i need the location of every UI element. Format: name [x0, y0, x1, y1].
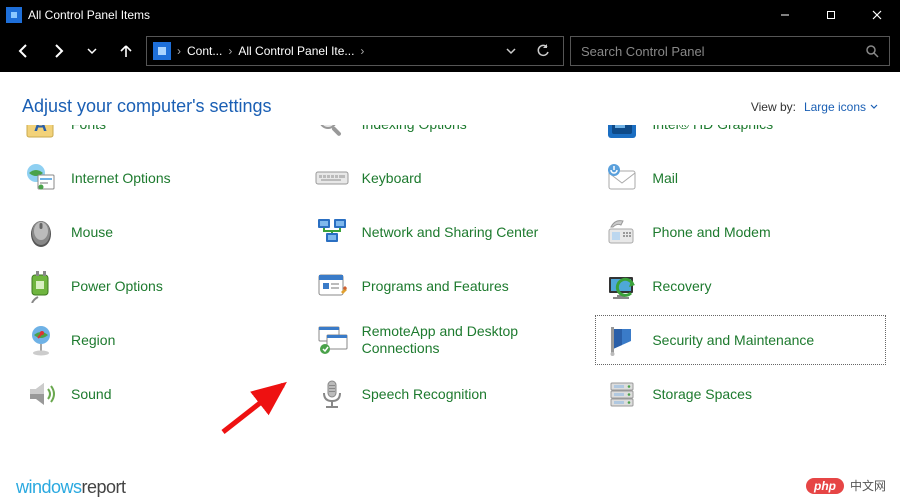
breadcrumb-current[interactable]: All Control Panel Ite...	[238, 44, 354, 58]
chevron-down-icon	[870, 103, 878, 111]
forward-button[interactable]	[44, 37, 72, 65]
refresh-button[interactable]	[529, 37, 557, 65]
speech-recognition-icon	[314, 376, 350, 412]
mail-icon	[604, 160, 640, 196]
close-button[interactable]	[854, 0, 900, 30]
control-panel-grid: A Fonts Indexing Options Intel® HD Graph…	[14, 125, 886, 419]
cp-item-label: Programs and Features	[362, 278, 509, 295]
cp-item-label: Intel® HD Graphics	[652, 125, 773, 132]
cp-item-label: Keyboard	[362, 170, 422, 187]
cp-item-label: Indexing Options	[362, 125, 467, 132]
sound-icon	[23, 376, 59, 412]
region-icon	[23, 322, 59, 358]
cp-item-mail[interactable]: Mail	[595, 153, 886, 203]
cp-item-label: Storage Spaces	[652, 386, 752, 403]
page-title: Adjust your computer's settings	[22, 96, 751, 117]
cp-item-power-options[interactable]: Power Options	[14, 261, 305, 311]
cp-item-intel-hd-graphics[interactable]: Intel® HD Graphics	[595, 125, 886, 149]
network-sharing-icon	[314, 214, 350, 250]
page-header: Adjust your computer's settings View by:…	[0, 72, 900, 125]
maximize-button[interactable]	[808, 0, 854, 30]
cp-item-internet-options[interactable]: Internet Options	[14, 153, 305, 203]
svg-text:A: A	[34, 125, 47, 135]
window-title: All Control Panel Items	[28, 8, 150, 22]
watermark-windowsreport: windowsreport	[16, 477, 126, 498]
cp-item-label: Mail	[652, 170, 678, 187]
search-input[interactable]: Search Control Panel	[570, 36, 890, 66]
view-by-value: Large icons	[804, 100, 866, 114]
cp-item-programs-features[interactable]: Programs and Features	[305, 261, 596, 311]
breadcrumb-sep-icon: ›	[358, 44, 366, 58]
up-button[interactable]	[112, 37, 140, 65]
cp-item-label: Security and Maintenance	[652, 332, 814, 349]
watermark-phpcn: php 中文网	[806, 477, 886, 494]
minimize-button[interactable]	[762, 0, 808, 30]
cp-item-network-sharing[interactable]: Network and Sharing Center	[305, 207, 596, 257]
cp-item-remoteapp[interactable]: RemoteApp and Desktop Connections	[305, 315, 596, 365]
breadcrumb-root[interactable]: Cont...	[187, 44, 222, 58]
cp-item-region[interactable]: Region	[14, 315, 305, 365]
cp-item-storage-spaces[interactable]: Storage Spaces	[595, 369, 886, 419]
programs-features-icon	[314, 268, 350, 304]
view-by-dropdown[interactable]: Large icons	[804, 100, 878, 114]
cp-item-label: Phone and Modem	[652, 224, 770, 241]
cp-item-sound[interactable]: Sound	[14, 369, 305, 419]
address-bar[interactable]: › Cont... › All Control Panel Ite... ›	[146, 36, 564, 66]
cp-item-label: Internet Options	[71, 170, 171, 187]
cp-item-indexing-options[interactable]: Indexing Options	[305, 125, 596, 149]
cp-item-label: Sound	[71, 386, 111, 403]
php-badge: php	[806, 478, 844, 494]
intel-hd-icon	[604, 125, 640, 142]
indexing-icon	[314, 125, 350, 142]
address-history-button[interactable]	[497, 37, 525, 65]
cp-item-label: Region	[71, 332, 115, 349]
cp-item-recovery[interactable]: Recovery	[595, 261, 886, 311]
cp-item-label: RemoteApp and Desktop Connections	[362, 323, 587, 357]
cp-item-label: Fonts	[71, 125, 106, 132]
control-panel-icon	[6, 7, 22, 23]
remoteapp-icon	[314, 322, 350, 358]
storage-spaces-icon	[604, 376, 640, 412]
cp-item-fonts[interactable]: A Fonts	[14, 125, 305, 149]
cp-item-label: Speech Recognition	[362, 386, 487, 403]
cp-item-keyboard[interactable]: Keyboard	[305, 153, 596, 203]
breadcrumb-sep-icon: ›	[226, 44, 234, 58]
keyboard-icon	[314, 160, 350, 196]
content-area: A Fonts Indexing Options Intel® HD Graph…	[0, 125, 900, 500]
back-button[interactable]	[10, 37, 38, 65]
navbar: › Cont... › All Control Panel Ite... › S…	[0, 30, 900, 72]
cp-item-label: Network and Sharing Center	[362, 224, 539, 241]
search-icon	[865, 44, 879, 58]
recovery-icon	[604, 268, 640, 304]
cp-item-security-maintenance[interactable]: Security and Maintenance	[595, 315, 886, 365]
view-by-label: View by:	[751, 100, 796, 114]
cp-item-speech-recognition[interactable]: Speech Recognition	[305, 369, 596, 419]
breadcrumb-sep-icon: ›	[175, 44, 183, 58]
power-options-icon	[23, 268, 59, 304]
internet-options-icon	[23, 160, 59, 196]
fonts-icon: A	[23, 125, 59, 142]
view-by-control: View by: Large icons	[751, 100, 878, 114]
cp-item-mouse[interactable]: Mouse	[14, 207, 305, 257]
phone-modem-icon	[604, 214, 640, 250]
titlebar: All Control Panel Items	[0, 0, 900, 30]
breadcrumb-root-icon	[153, 42, 171, 60]
cp-item-label: Power Options	[71, 278, 163, 295]
security-maintenance-icon	[604, 322, 640, 358]
cp-item-label: Recovery	[652, 278, 711, 295]
mouse-icon	[23, 214, 59, 250]
recent-locations-button[interactable]	[78, 37, 106, 65]
search-placeholder: Search Control Panel	[581, 44, 865, 59]
cp-item-phone-modem[interactable]: Phone and Modem	[595, 207, 886, 257]
cp-item-label: Mouse	[71, 224, 113, 241]
